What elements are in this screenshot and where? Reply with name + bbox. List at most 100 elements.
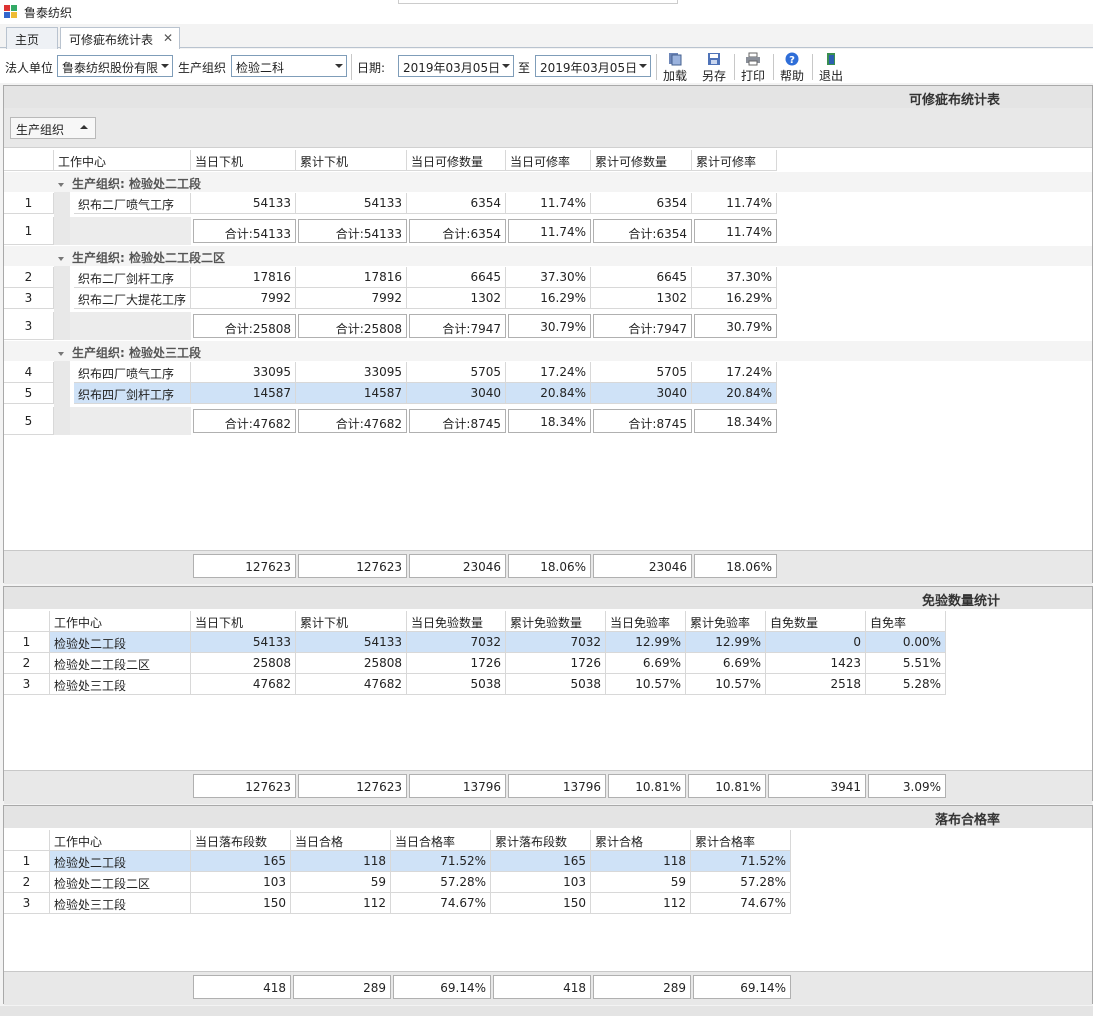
data-cell[interactable]: 17.24% — [506, 362, 591, 383]
column-header[interactable]: 累计合格率 — [691, 830, 791, 851]
data-cell[interactable]: 14587 — [296, 383, 407, 404]
data-cell[interactable]: 150 — [491, 893, 591, 914]
data-cell[interactable]: 14587 — [191, 383, 296, 404]
data-cell[interactable]: 7992 — [191, 288, 296, 309]
work-center-cell[interactable]: 检验处二工段 — [50, 632, 191, 653]
date-from-picker[interactable]: 2019年03月05日 — [398, 55, 514, 77]
column-header[interactable]: 工作中心 — [50, 830, 191, 851]
row-number[interactable]: 3 — [4, 893, 50, 914]
data-cell[interactable]: 7032 — [506, 632, 606, 653]
data-cell[interactable]: 12.99% — [686, 632, 766, 653]
data-cell[interactable]: 10.57% — [686, 674, 766, 695]
data-cell[interactable]: 74.67% — [691, 893, 791, 914]
column-header[interactable]: 当日合格 — [291, 830, 391, 851]
work-center-cell[interactable]: 检验处二工段 — [50, 851, 191, 872]
data-cell[interactable]: 5038 — [506, 674, 606, 695]
legal-entity-select[interactable]: 鲁泰纺织股份有限 — [57, 55, 173, 77]
data-cell[interactable]: 20.84% — [692, 383, 777, 404]
data-cell[interactable]: 6.69% — [686, 653, 766, 674]
help-button[interactable]: ? 帮助 — [774, 52, 810, 83]
data-cell[interactable]: 37.30% — [506, 267, 591, 288]
data-cell[interactable]: 57.28% — [691, 872, 791, 893]
data-cell[interactable]: 71.52% — [391, 851, 491, 872]
column-header[interactable]: 累计可修率 — [692, 150, 777, 171]
group-row[interactable]: 生产组织: 检验处二工段二区 — [54, 246, 1092, 266]
data-cell[interactable]: 165 — [191, 851, 291, 872]
data-cell[interactable]: 112 — [291, 893, 391, 914]
tab-home[interactable]: 主页面 — [6, 27, 58, 64]
data-cell[interactable]: 12.99% — [606, 632, 686, 653]
data-cell[interactable]: 71.52% — [691, 851, 791, 872]
data-cell[interactable]: 1302 — [407, 288, 506, 309]
group-row[interactable]: 生产组织: 检验处三工段 — [54, 341, 1092, 361]
data-cell[interactable]: 7032 — [407, 632, 506, 653]
close-icon[interactable]: ✕ — [163, 31, 173, 45]
work-center-cell[interactable]: 检验处三工段 — [50, 893, 191, 914]
save-as-button[interactable]: 另存 — [696, 52, 732, 83]
data-cell[interactable]: 5705 — [591, 362, 692, 383]
expand-icon[interactable] — [58, 351, 64, 356]
data-cell[interactable]: 11.74% — [692, 193, 777, 214]
row-number[interactable]: 1 — [4, 851, 50, 872]
row-number[interactable]: 2 — [4, 872, 50, 893]
data-cell[interactable]: 5705 — [407, 362, 506, 383]
data-cell[interactable]: 6354 — [407, 193, 506, 214]
column-header[interactable]: 当日下机 — [191, 150, 296, 171]
column-header[interactable]: 累计下机 — [296, 611, 407, 632]
row-number[interactable]: 4 — [4, 362, 54, 383]
data-cell[interactable]: 103 — [491, 872, 591, 893]
data-cell[interactable]: 20.84% — [506, 383, 591, 404]
row-number[interactable]: 3 — [4, 674, 50, 695]
column-header[interactable]: 当日落布段数 — [191, 830, 291, 851]
column-header[interactable]: 工作中心 — [54, 150, 191, 171]
data-cell[interactable]: 16.29% — [506, 288, 591, 309]
data-cell[interactable]: 1726 — [407, 653, 506, 674]
column-header[interactable]: 累计落布段数 — [491, 830, 591, 851]
data-cell[interactable]: 25808 — [191, 653, 296, 674]
data-cell[interactable]: 1423 — [766, 653, 866, 674]
data-cell[interactable]: 59 — [291, 872, 391, 893]
data-cell[interactable]: 6.69% — [606, 653, 686, 674]
work-center-cell[interactable]: 检验处二工段二区 — [50, 653, 191, 674]
data-cell[interactable]: 5.51% — [866, 653, 946, 674]
data-cell[interactable]: 59 — [591, 872, 691, 893]
column-header[interactable]: 累计可修数量 — [591, 150, 692, 171]
tab-repairable-defects[interactable]: 可修疵布统计表 ✕ — [60, 27, 180, 50]
column-header[interactable]: 累计免验数量 — [506, 611, 606, 632]
data-cell[interactable]: 47682 — [191, 674, 296, 695]
column-header[interactable]: 当日免验率 — [606, 611, 686, 632]
data-cell[interactable]: 0 — [766, 632, 866, 653]
data-cell[interactable]: 112 — [591, 893, 691, 914]
group-by-org-button[interactable]: 生产组织 — [10, 117, 96, 139]
data-cell[interactable]: 1302 — [591, 288, 692, 309]
data-cell[interactable]: 0.00% — [866, 632, 946, 653]
group-row[interactable]: 生产组织: 检验处二工段 — [54, 172, 1092, 192]
date-to-picker[interactable]: 2019年03月05日 — [535, 55, 651, 77]
work-center-cell[interactable]: 织布二厂剑杆工序 — [74, 267, 191, 288]
data-cell[interactable]: 6645 — [591, 267, 692, 288]
row-number[interactable]: 1 — [4, 193, 54, 214]
column-header[interactable]: 自免率 — [866, 611, 946, 632]
data-cell[interactable]: 17816 — [191, 267, 296, 288]
column-header[interactable]: 累计合格 — [591, 830, 691, 851]
row-number[interactable]: 2 — [4, 267, 54, 288]
data-cell[interactable]: 11.74% — [506, 193, 591, 214]
data-cell[interactable]: 118 — [291, 851, 391, 872]
data-cell[interactable]: 33095 — [191, 362, 296, 383]
row-number[interactable]: 2 — [4, 653, 50, 674]
row-number[interactable]: 1 — [4, 632, 50, 653]
data-cell[interactable]: 37.30% — [692, 267, 777, 288]
data-cell[interactable]: 6354 — [591, 193, 692, 214]
data-cell[interactable]: 16.29% — [692, 288, 777, 309]
data-cell[interactable]: 25808 — [296, 653, 407, 674]
work-center-cell[interactable]: 检验处二工段二区 — [50, 872, 191, 893]
expand-icon[interactable] — [58, 182, 64, 187]
data-cell[interactable]: 54133 — [191, 632, 296, 653]
work-center-cell[interactable]: 织布二厂喷气工序 — [74, 193, 191, 214]
column-header[interactable]: 工作中心 — [50, 611, 191, 632]
data-cell[interactable]: 150 — [191, 893, 291, 914]
expand-icon[interactable] — [58, 256, 64, 261]
column-header[interactable]: 当日合格率 — [391, 830, 491, 851]
data-cell[interactable]: 54133 — [296, 632, 407, 653]
data-cell[interactable]: 57.28% — [391, 872, 491, 893]
